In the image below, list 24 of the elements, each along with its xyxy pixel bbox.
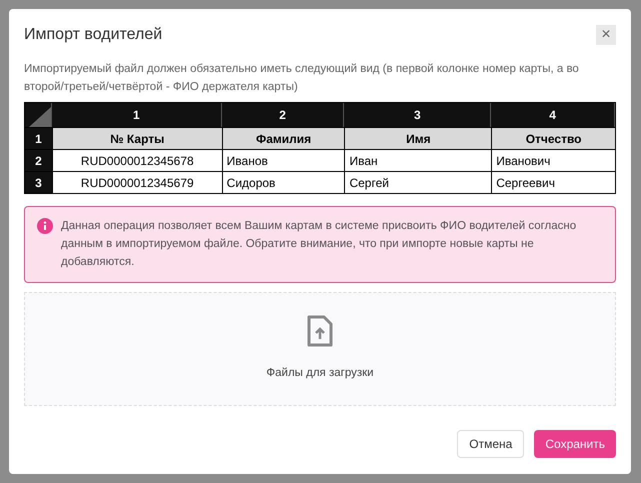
column-number: 2 bbox=[222, 103, 344, 127]
table-cell: Отчество bbox=[491, 128, 615, 149]
row-number: 2 bbox=[25, 150, 52, 171]
table-cell: Фамилия bbox=[222, 128, 344, 149]
dropzone-label: Файлы для загрузки bbox=[266, 366, 374, 382]
save-button[interactable]: Сохранить bbox=[534, 430, 616, 458]
file-dropzone[interactable]: Файлы для загрузки bbox=[24, 292, 616, 406]
close-button[interactable]: × bbox=[596, 25, 616, 45]
table-cell: Сидоров bbox=[222, 172, 344, 193]
table-cell: Имя bbox=[344, 128, 492, 149]
column-number: 4 bbox=[491, 103, 616, 127]
description-text: Импортируемый файл должен обязательно иметь следующий вид (в первой колонке номер карты, а во второй/третьей/четвёртой - ФИО держателя карты) bbox=[24, 62, 580, 95]
corner-triangle-icon bbox=[28, 107, 51, 127]
row-number: 3 bbox=[25, 172, 52, 193]
file-upload-icon bbox=[307, 315, 333, 348]
cancel-button[interactable]: Отмена bbox=[457, 430, 524, 458]
info-icon bbox=[37, 218, 53, 234]
table-cell: Иванов bbox=[222, 150, 344, 171]
alert-text: Данная операция позволяет всем Вашим картам в системе присвоить ФИО водителей согласно данным в импортируемом файле. Обратите внимание, что при импорте новые карты не добавляются. bbox=[61, 219, 578, 270]
table-cell: № Карты bbox=[52, 128, 222, 149]
column-number: 1 bbox=[52, 103, 222, 127]
column-number: 3 bbox=[344, 103, 492, 127]
dialog-title: Импорт водителей bbox=[24, 25, 162, 45]
row-number: 1 bbox=[25, 128, 52, 149]
